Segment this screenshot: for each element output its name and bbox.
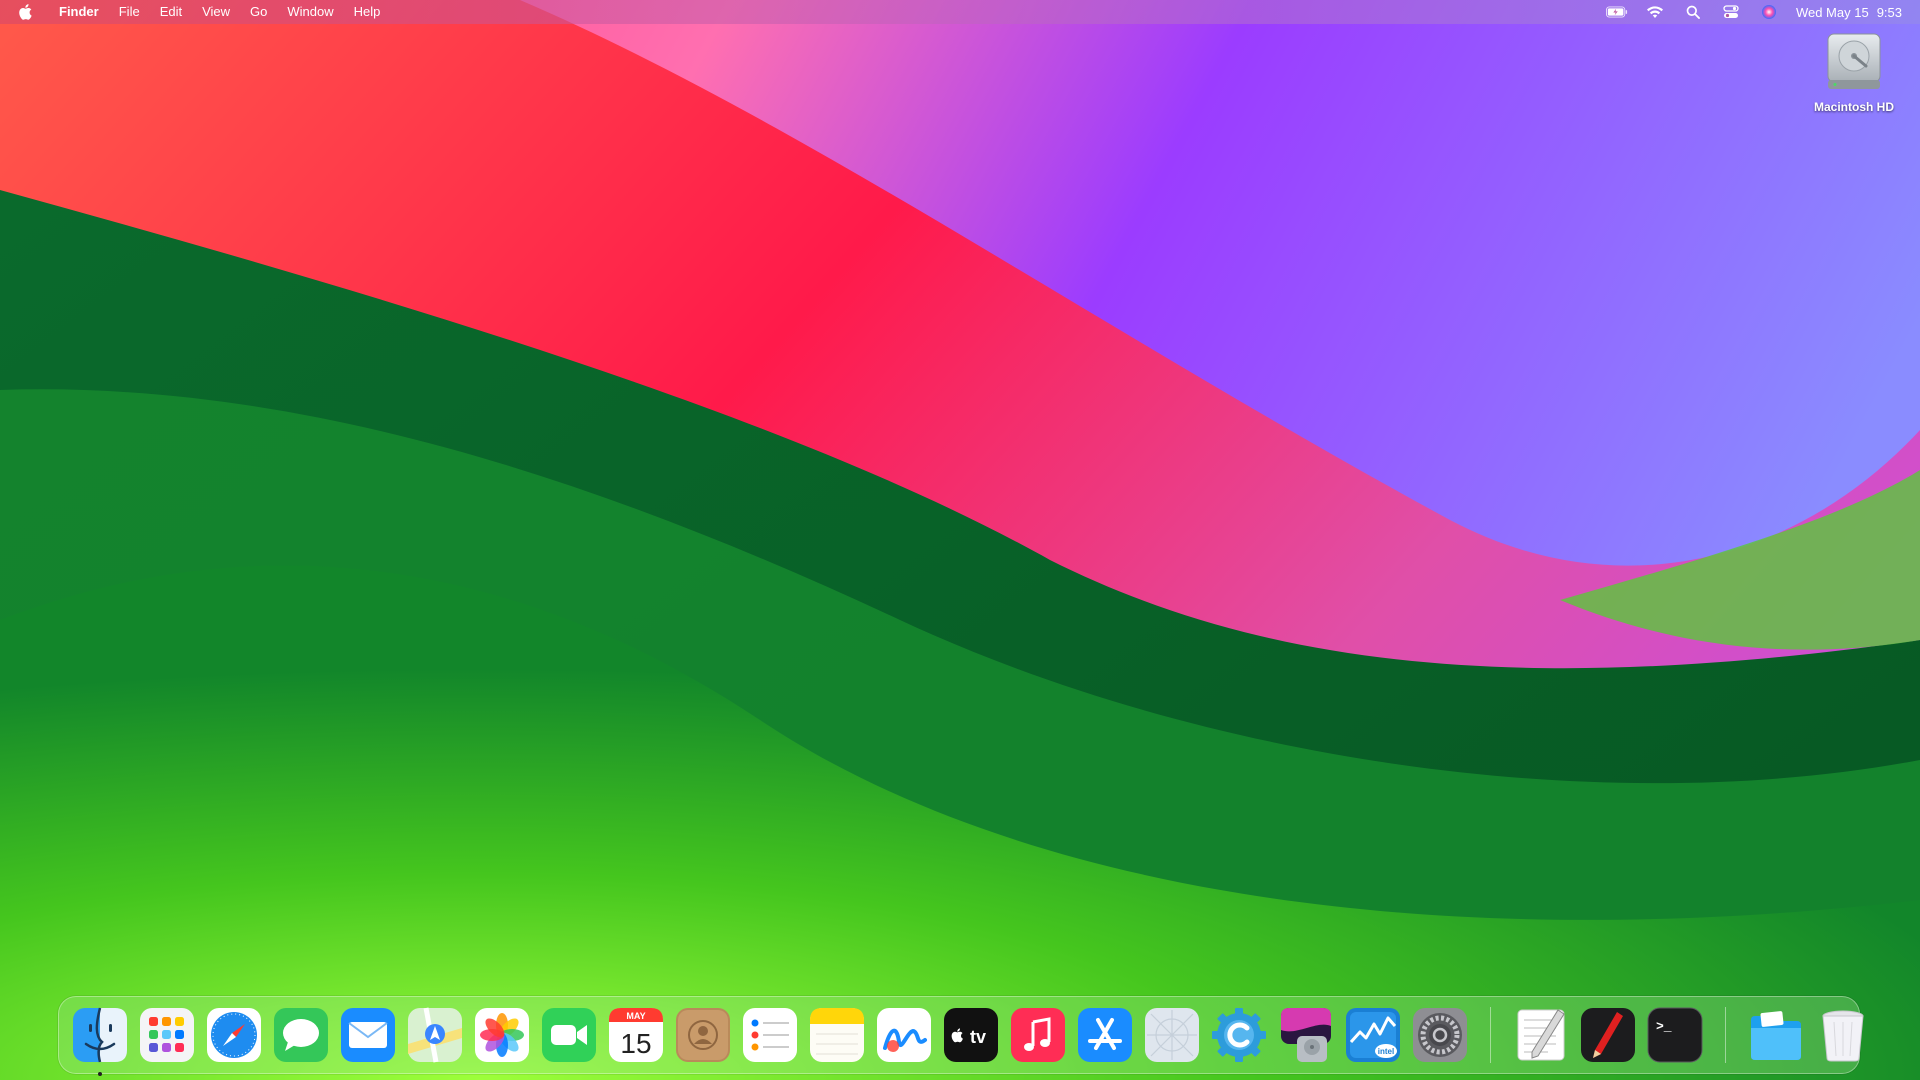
messages-icon [274, 1008, 328, 1062]
dock-disk-utility[interactable] [1277, 1006, 1335, 1064]
menu-window[interactable]: Window [277, 0, 343, 24]
dock-messages[interactable] [272, 1006, 330, 1064]
spotlight-search-icon[interactable] [1682, 4, 1704, 20]
dock-photos[interactable] [473, 1006, 531, 1064]
trash-icon [1822, 1010, 1864, 1062]
launchpad-icon [140, 1008, 194, 1062]
clock-date: Wed May 15 [1795, 4, 1869, 20]
dock-calendar[interactable]: MAY 15 [607, 1006, 665, 1064]
apple-tv-icon: tv [944, 1008, 998, 1062]
menu-edit[interactable]: Edit [150, 0, 192, 24]
dock-system-settings[interactable] [1411, 1006, 1469, 1064]
freeform-icon [877, 1008, 931, 1062]
control-center-icon[interactable] [1720, 4, 1742, 20]
dock-launchpad[interactable] [138, 1006, 196, 1064]
dock-app-store[interactable] [1076, 1006, 1134, 1064]
dock-generic-app[interactable] [1143, 1006, 1201, 1064]
dock-freeform[interactable] [875, 1006, 933, 1064]
dock-music[interactable] [1009, 1006, 1067, 1064]
intel-graph-icon: intel [1346, 1008, 1400, 1062]
intel-text: intel [1378, 1047, 1394, 1056]
dock-terminal[interactable]: >_ [1646, 1006, 1704, 1064]
facetime-icon [542, 1008, 596, 1062]
system-settings-icon [1413, 1008, 1467, 1062]
maps-icon [408, 1007, 462, 1063]
dock-reminders[interactable] [741, 1006, 799, 1064]
safari-icon [207, 1008, 261, 1062]
reminders-icon [743, 1008, 797, 1062]
running-indicator [98, 1072, 102, 1076]
calendar-icon: MAY 15 [609, 1008, 663, 1062]
dock-safari[interactable] [205, 1006, 263, 1064]
menu-go[interactable]: Go [240, 0, 277, 24]
photos-icon [475, 1008, 529, 1062]
dock-mail[interactable] [339, 1006, 397, 1064]
wifi-icon[interactable] [1644, 4, 1666, 20]
menu-file[interactable]: File [109, 0, 150, 24]
dock-downloads-stack[interactable] [1747, 1006, 1805, 1064]
generic-app-icon [1145, 1008, 1199, 1062]
clock-time: 9:53 [1876, 4, 1902, 20]
calendar-month: MAY [626, 1011, 645, 1021]
dock-divider [1490, 1007, 1491, 1063]
dock-contacts[interactable] [674, 1006, 732, 1064]
textedit-icon [1517, 1009, 1565, 1061]
dock-maps[interactable] [406, 1006, 464, 1064]
desktop-item-label: Macintosh HD [1813, 100, 1894, 114]
menu-help[interactable]: Help [344, 0, 391, 24]
folder-icon [1751, 1011, 1801, 1060]
battery-charging-icon[interactable] [1605, 4, 1628, 20]
terminal-prompt: >_ [1656, 1019, 1672, 1034]
dock-divider [1725, 1007, 1726, 1063]
dock-utility-c[interactable] [1210, 1006, 1268, 1064]
mail-icon [341, 1008, 395, 1062]
dock-intel-monitor[interactable]: intel [1344, 1006, 1402, 1064]
apple-logo-icon[interactable] [15, 0, 37, 24]
dock-apple-tv[interactable]: tv [942, 1006, 1000, 1064]
siri-icon[interactable] [1758, 4, 1780, 20]
terminal-icon: >_ [1647, 1007, 1703, 1063]
hard-drive-icon [1822, 30, 1886, 94]
calendar-day: 15 [620, 1028, 651, 1059]
contacts-icon [676, 1008, 730, 1062]
menu-view[interactable]: View [192, 0, 240, 24]
desktop-item-macintosh-hd[interactable]: Macintosh HD [1802, 30, 1906, 114]
dock-facetime[interactable] [540, 1006, 598, 1064]
menu-bar: Finder File Edit View Go Window Help Wed… [0, 0, 1920, 24]
menu-clock[interactable]: Wed May 15 9:53 [1796, 5, 1902, 20]
desktop-wallpaper [0, 0, 1920, 1080]
dock-textedit[interactable] [1512, 1006, 1570, 1064]
dock-script-editor[interactable] [1579, 1006, 1637, 1064]
c-gear-icon [1212, 1008, 1266, 1062]
notes-icon [810, 1008, 864, 1062]
menu-app-name[interactable]: Finder [49, 0, 109, 24]
app-store-icon [1078, 1008, 1132, 1062]
script-editor-icon [1581, 1008, 1635, 1062]
music-icon [1011, 1008, 1065, 1062]
dock-trash[interactable] [1814, 1006, 1872, 1064]
disk-utility-icon [1281, 1008, 1331, 1062]
dock: MAY 15 tv intel >_ [58, 996, 1864, 1076]
dock-notes[interactable] [808, 1006, 866, 1064]
dock-finder[interactable] [71, 1006, 129, 1076]
finder-icon [73, 1007, 127, 1063]
tv-text: tv [970, 1027, 986, 1047]
